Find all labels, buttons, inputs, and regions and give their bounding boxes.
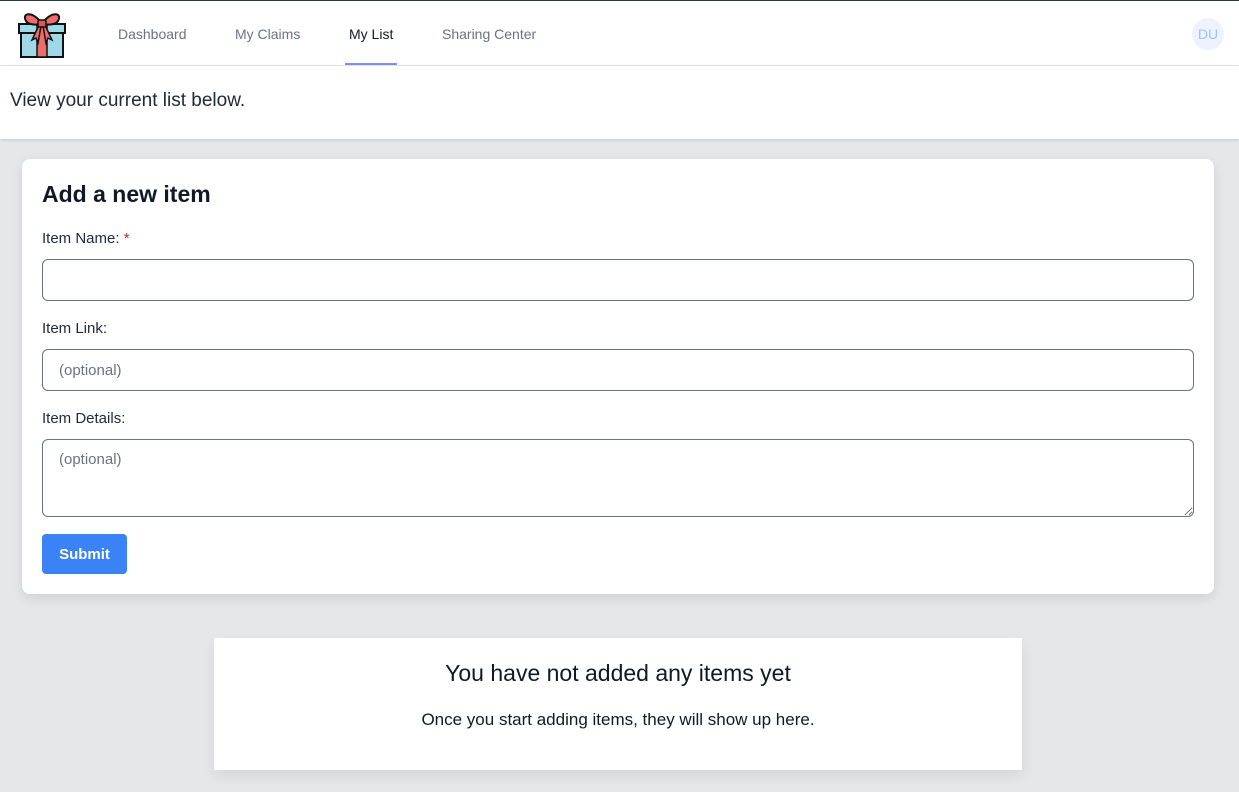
page-subtitle: View your current list below. xyxy=(10,90,246,111)
add-item-card: Add a new item Item Name: * Item Link: I… xyxy=(22,159,1214,594)
item-link-label: Item Link: xyxy=(42,320,108,337)
card-title: Add a new item xyxy=(42,181,211,207)
item-name-label-text: Item Name: xyxy=(42,230,120,247)
nav-dashboard[interactable]: Dashboard xyxy=(118,1,187,65)
nav-sharing-center[interactable]: Sharing Center xyxy=(442,1,536,65)
item-details-label: Item Details: xyxy=(42,410,126,427)
item-link-input[interactable] xyxy=(42,349,1194,391)
item-details-textarea[interactable] xyxy=(42,439,1194,517)
empty-state: You have not added any items yet Once yo… xyxy=(214,638,1022,770)
page-header: View your current list below. xyxy=(0,66,1239,139)
user-avatar[interactable]: DU xyxy=(1192,18,1224,50)
empty-state-text: Once you start adding items, they will s… xyxy=(421,710,815,729)
nav-my-list[interactable]: My List xyxy=(344,1,398,65)
empty-state-title: You have not added any items yet xyxy=(445,660,791,686)
submit-button[interactable]: Submit xyxy=(42,534,127,574)
item-name-input[interactable] xyxy=(42,259,1194,301)
item-name-label: Item Name: * xyxy=(42,230,130,247)
gift-icon[interactable] xyxy=(17,9,67,59)
top-navbar: Dashboard My Claims My List Sharing Cent… xyxy=(0,1,1239,66)
required-marker: * xyxy=(123,230,130,247)
nav-my-claims[interactable]: My Claims xyxy=(235,1,300,65)
